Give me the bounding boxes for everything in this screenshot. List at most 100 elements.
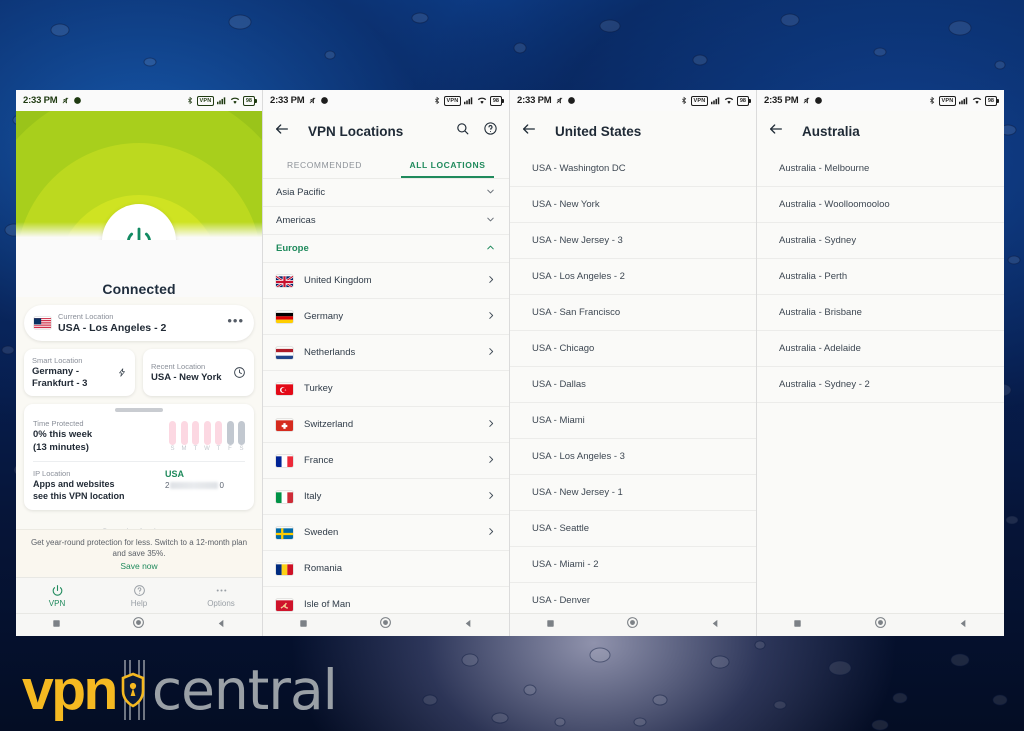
country-name: Italy [304, 491, 322, 502]
triangle-back-icon[interactable] [710, 616, 721, 634]
city-row[interactable]: Australia - Brisbane [757, 295, 1004, 331]
city-row[interactable]: USA - Seattle [510, 511, 756, 547]
security-assistant-label[interactable]: Security Assistant [24, 518, 254, 529]
country-row-turkey[interactable]: Turkey [263, 371, 509, 407]
bar-label: F [228, 446, 232, 452]
country-row-germany[interactable]: Germany [263, 299, 509, 335]
tab-vpn-label: VPN [48, 599, 66, 608]
group-asia-pacific[interactable]: Asia Pacific [263, 179, 509, 207]
square-icon[interactable] [51, 616, 62, 634]
country-row-italy[interactable]: Italy [263, 479, 509, 515]
status-bar: 2:33 PM VPN 98 [16, 90, 262, 111]
back-button[interactable] [274, 121, 290, 142]
triangle-back-icon[interactable] [463, 616, 474, 634]
city-row[interactable]: USA - Chicago [510, 331, 756, 367]
locations-list[interactable]: Asia Pacific Americas Europe United King… [263, 179, 509, 613]
circle-icon[interactable] [132, 616, 145, 634]
triangle-back-icon[interactable] [216, 616, 227, 634]
city-name: USA - San Francisco [532, 307, 621, 318]
city-row[interactable]: Australia - Melbourne [757, 151, 1004, 187]
recent-location-label: Recent Location [151, 362, 206, 371]
android-nav-bar [16, 613, 262, 636]
country-row-sweden[interactable]: Sweden [263, 515, 509, 551]
country-name: France [304, 455, 334, 466]
power-icon [127, 227, 151, 240]
back-button[interactable] [768, 121, 784, 142]
group-label: Americas [276, 215, 316, 226]
city-row[interactable]: USA - Los Angeles - 2 [510, 259, 756, 295]
gb-flag-icon [276, 274, 293, 287]
city-row[interactable]: USA - Miami - 2 [510, 547, 756, 583]
country-row-france[interactable]: France [263, 443, 509, 479]
city-row[interactable]: Australia - Woolloomooloo [757, 187, 1004, 223]
search-button[interactable] [455, 121, 470, 141]
city-name: USA - Los Angeles - 2 [532, 271, 625, 282]
city-name: USA - Chicago [532, 343, 595, 354]
chart-bar: S [238, 421, 245, 453]
status-bar: 2:33 PM VPN 98 [263, 90, 509, 111]
help-button[interactable] [483, 121, 498, 141]
tab-options[interactable]: Options [180, 583, 262, 608]
bluetooth-icon [680, 96, 688, 105]
chevron-down-icon [485, 186, 496, 200]
city-row[interactable]: Australia - Sydney - 2 [757, 367, 1004, 403]
city-row[interactable]: USA - New York [510, 187, 756, 223]
group-americas[interactable]: Americas [263, 207, 509, 235]
back-button[interactable] [521, 121, 537, 142]
smart-location-card[interactable]: Smart Location Germany - Frankfurt - 3 [24, 349, 135, 396]
tab-all-locations[interactable]: ALL LOCATIONS [386, 151, 509, 178]
tab-help[interactable]: Help [98, 583, 180, 608]
city-row[interactable]: USA - San Francisco [510, 295, 756, 331]
city-row[interactable]: USA - New Jersey - 3 [510, 223, 756, 259]
search-icon [457, 123, 469, 135]
country-row-netherlands[interactable]: Netherlands [263, 335, 509, 371]
wifi-icon [230, 96, 240, 105]
android-nav-bar [263, 613, 509, 636]
signal-icon [463, 96, 474, 105]
country-row-switzerland[interactable]: Switzerland [263, 407, 509, 443]
signal-icon [216, 96, 227, 105]
city-list[interactable]: Australia - Melbourne Australia - Woollo… [757, 151, 1004, 613]
ch-flag-icon [276, 419, 293, 431]
city-row[interactable]: USA - New Jersey - 1 [510, 475, 756, 511]
ip-suffix: 0 [219, 481, 224, 490]
circle-icon[interactable] [874, 616, 887, 634]
stats-card[interactable]: Time Protected 0% this week (13 minutes)… [24, 404, 254, 510]
signal-icon [958, 96, 969, 105]
city-row[interactable]: USA - Miami [510, 403, 756, 439]
ip-country: USA [165, 469, 185, 479]
vpn-status-chip: VPN [196, 95, 214, 106]
square-icon[interactable] [298, 616, 309, 634]
location-options-icon[interactable]: ••• [227, 314, 244, 329]
tab-vpn[interactable]: VPN [16, 583, 98, 608]
city-row[interactable]: Australia - Adelaide [757, 331, 1004, 367]
city-row[interactable]: USA - Washington DC [510, 151, 756, 187]
country-row-united-kingdom[interactable]: United Kingdom [263, 263, 509, 299]
circle-icon[interactable] [379, 616, 392, 634]
city-name: USA - New Jersey - 1 [532, 487, 623, 498]
tab-recommended[interactable]: RECOMMENDED [263, 151, 386, 178]
square-icon[interactable] [545, 616, 556, 634]
recent-location-card[interactable]: Recent Location USA - New York [143, 349, 254, 396]
triangle-back-icon[interactable] [958, 616, 969, 634]
city-row[interactable]: Australia - Perth [757, 259, 1004, 295]
circle-icon[interactable] [626, 616, 639, 634]
bar-fill [180, 421, 188, 445]
city-row[interactable]: USA - Denver [510, 583, 756, 613]
country-row-isle-of-man[interactable]: Isle of Man [263, 587, 509, 613]
city-row[interactable]: Australia - Sydney [757, 223, 1004, 259]
home-content: Current Location USA - Los Angeles - 2 •… [16, 297, 262, 529]
group-europe[interactable]: Europe [263, 235, 509, 263]
city-row[interactable]: USA - Los Angeles - 3 [510, 439, 756, 475]
square-icon[interactable] [792, 616, 803, 634]
current-location-card[interactable]: Current Location USA - Los Angeles - 2 •… [24, 305, 254, 341]
country-row-romania[interactable]: Romania [263, 551, 509, 587]
city-row[interactable]: USA - Dallas [510, 367, 756, 403]
chart-bar: F [226, 421, 234, 453]
smart-location-label: Smart Location [32, 356, 83, 365]
mute-icon [61, 96, 70, 105]
save-now-link[interactable]: Save now [30, 561, 248, 571]
drag-handle[interactable] [115, 408, 163, 412]
connection-hero [16, 111, 262, 240]
city-list[interactable]: USA - Washington DC USA - New York USA -… [510, 151, 756, 613]
